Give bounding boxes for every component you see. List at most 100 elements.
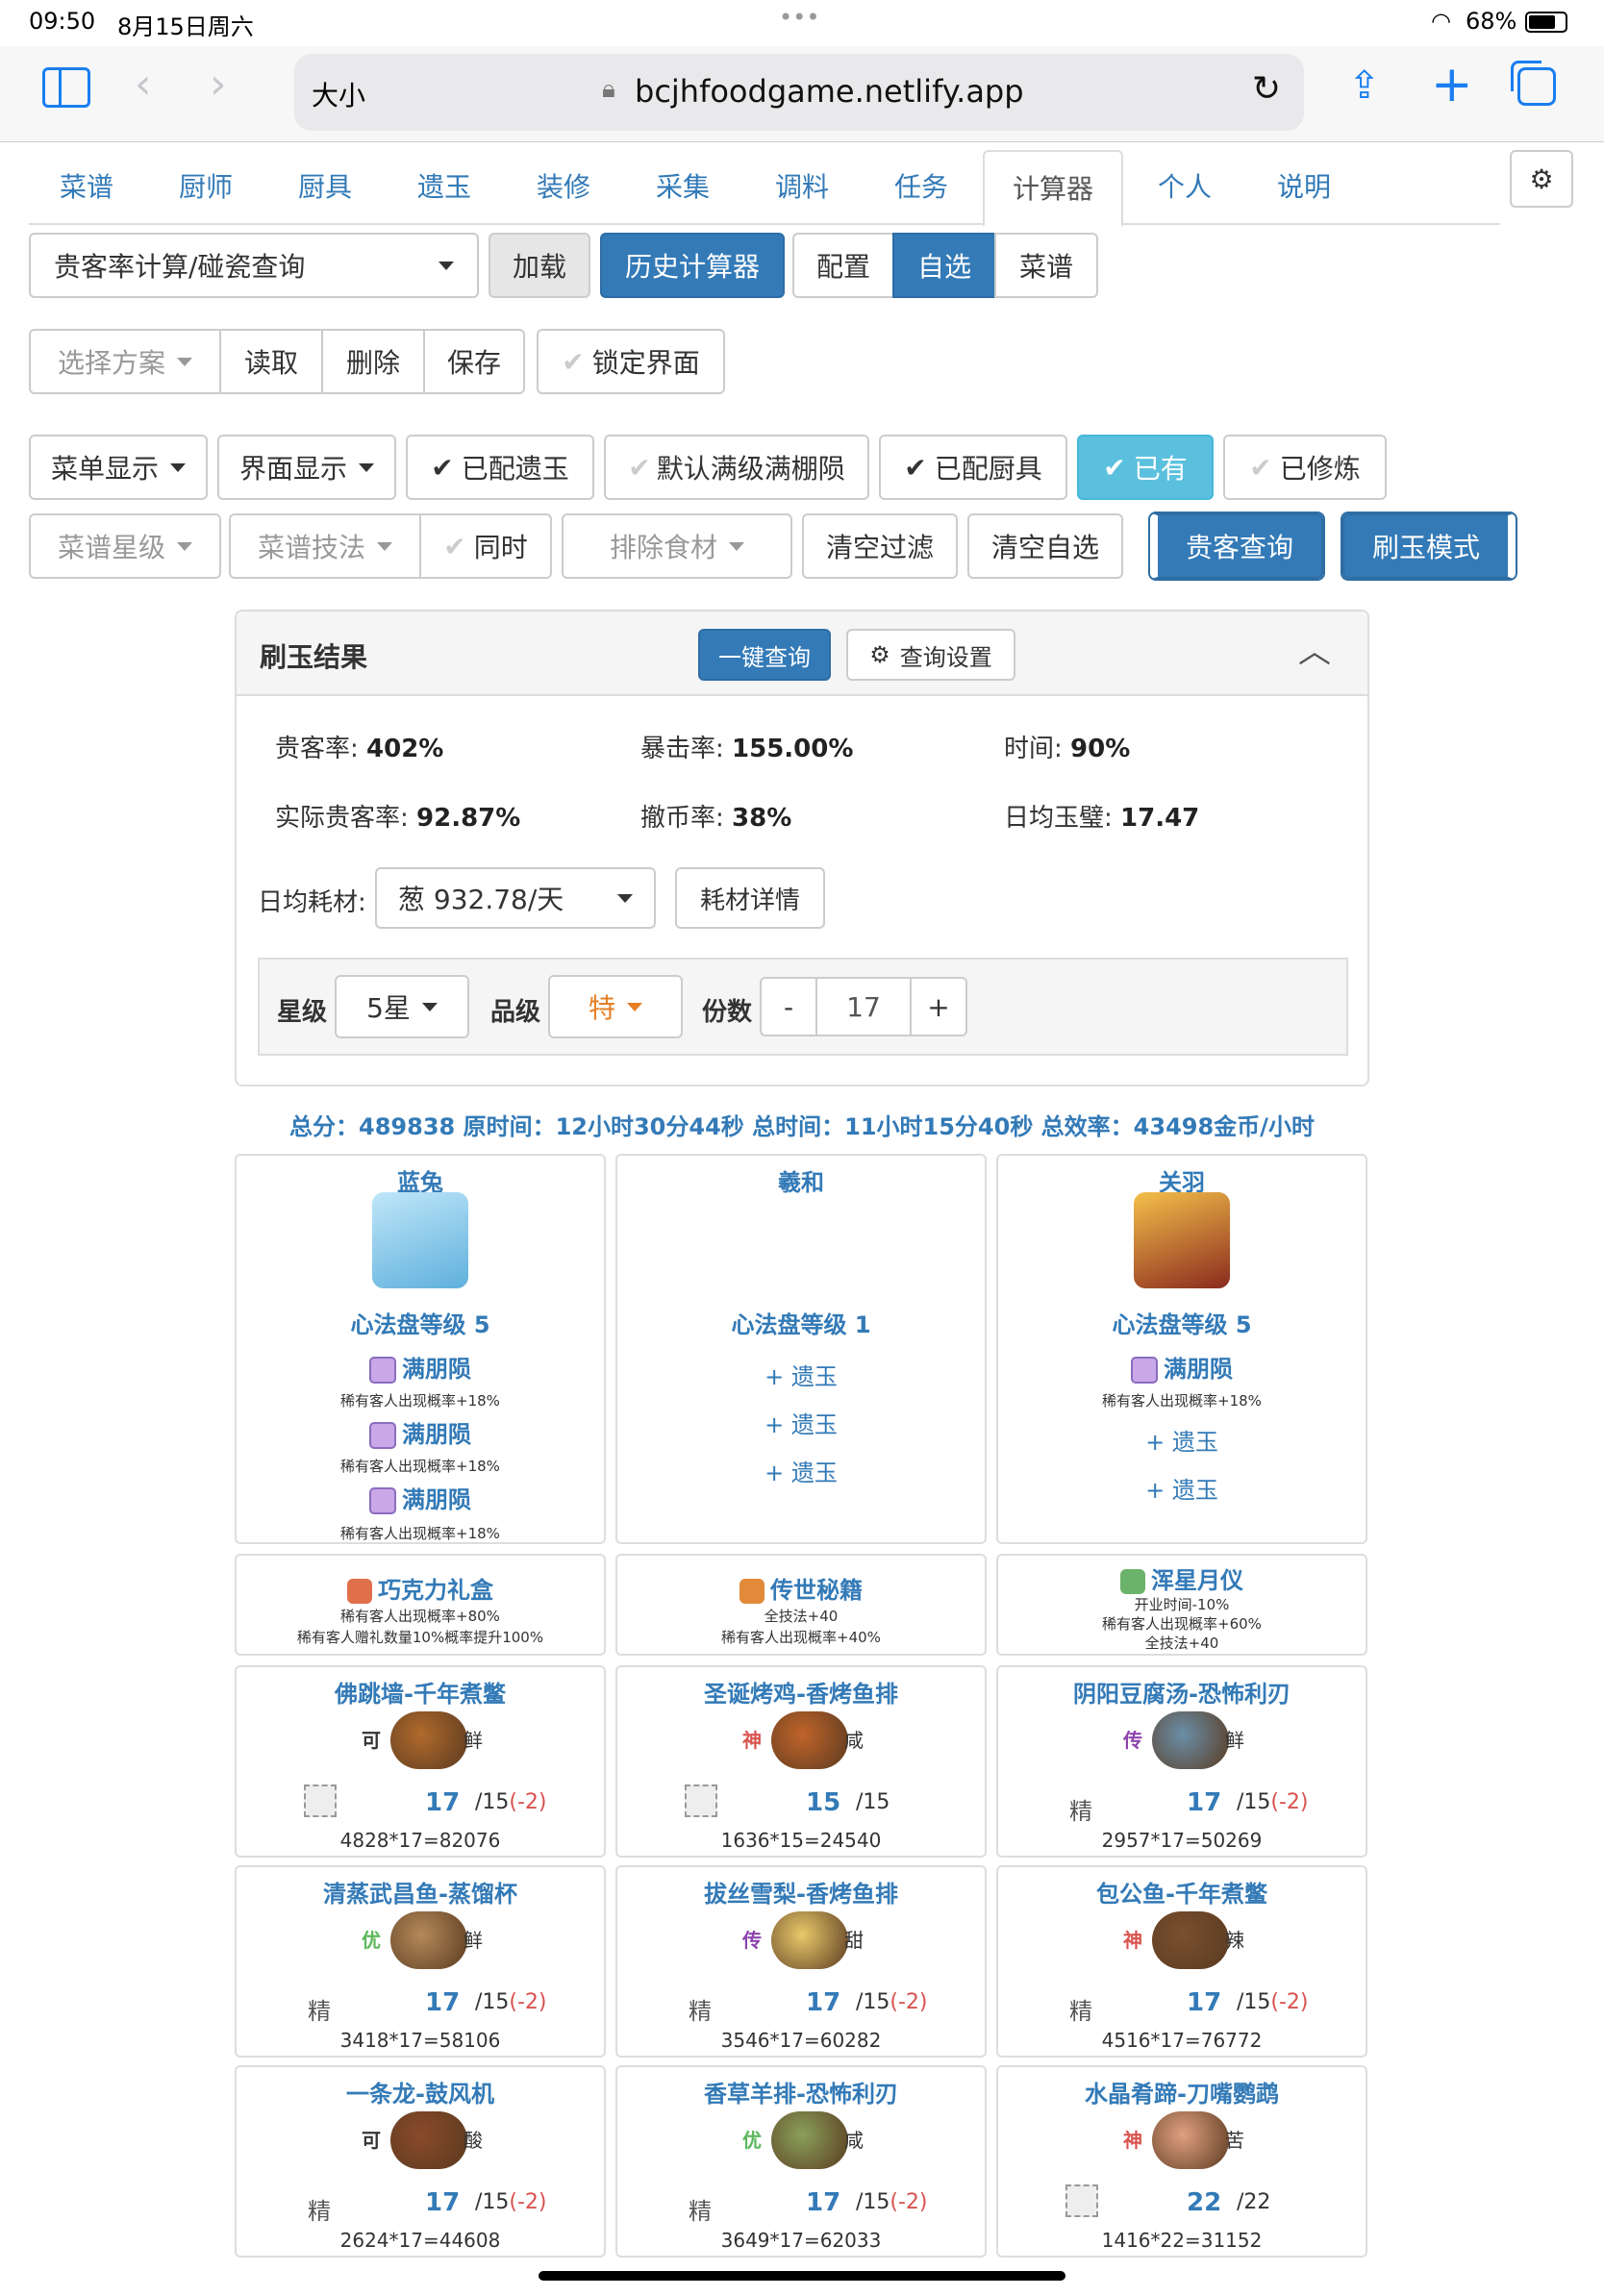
empty-condiment-icon[interactable] (304, 1784, 337, 1817)
new-tab-icon[interactable]: + (1431, 56, 1473, 113)
equipped-equip-toggle[interactable]: ✔ 已配厨具 (879, 435, 1067, 500)
dish-card[interactable]: 圣诞烤鸡-香烤鱼排神 咸 15/15 1636*15=24540 (615, 1665, 987, 1858)
custom-button[interactable]: 自选 (892, 233, 996, 298)
amber-mode-toggle[interactable]: 刷玉模式 (1341, 512, 1517, 581)
daily-material-select[interactable]: 葱 932.78/天 (375, 867, 656, 929)
dish-count[interactable]: 15 (806, 1788, 840, 1817)
tab-equipment[interactable]: 厨具 (267, 150, 383, 225)
tab-chefs[interactable]: 厨师 (148, 150, 263, 225)
grade-select[interactable]: 特 (548, 975, 683, 1038)
dish-card[interactable]: 一条龙-鼓风机可 酸精 17/15(-2) 2624*17=44608 (235, 2065, 606, 2258)
clear-custom-button[interactable]: 清空自选 (967, 513, 1123, 579)
tab-personal[interactable]: 个人 (1127, 150, 1242, 225)
tab-help[interactable]: 说明 (1246, 150, 1362, 225)
text-size-button[interactable]: 大小 (312, 75, 365, 113)
dish-count[interactable]: 17 (425, 2188, 460, 2217)
equipped-amber-toggle[interactable]: ✔ 已配遗玉 (406, 435, 594, 500)
equip-card-1[interactable]: 巧克力礼盒 稀有客人出现概率+80% 稀有客人赠礼数量10%概率提升100% (235, 1554, 606, 1656)
recipes-button[interactable]: 菜谱 (994, 233, 1098, 298)
exclude-ingredient-select[interactable]: 排除食材 (562, 513, 792, 579)
plan-select[interactable]: 选择方案 (29, 329, 221, 394)
amber-slot-1[interactable]: 满朋陨 (998, 1350, 1366, 1384)
chef-card-1[interactable]: 蓝兔 心法盘等级 5 满朋陨 稀有客人出现概率+18% 满朋陨 稀有客人出现概率… (235, 1154, 606, 1544)
dish-card[interactable]: 佛跳墙-千年煮鳖可 鲜 17/15(-2) 4828*17=82076 (235, 1665, 606, 1858)
amber-slot-1[interactable]: 满朋陨 (237, 1350, 604, 1384)
url-bar[interactable]: 大小 🔒︎ bcjhfoodgame.netlify.app ↻ (294, 54, 1304, 131)
count-increment-button[interactable]: + (910, 977, 967, 1036)
dish-card[interactable]: 拔丝雪梨-香烤鱼排传 甜精 17/15(-2) 3546*17=60282 (615, 1865, 987, 2058)
ui-display-dropdown[interactable]: 界面显示 (217, 435, 396, 500)
amber-icon (369, 1487, 396, 1514)
delete-button[interactable]: 删除 (321, 329, 425, 394)
add-amber-slot-3[interactable]: + 遗玉 (617, 1454, 985, 1487)
tab-recipes[interactable]: 菜谱 (29, 150, 144, 225)
dish-card[interactable]: 香草羊排-恐怖利刃优 咸精 17/15(-2) 3649*17=62033 (615, 2065, 987, 2258)
amber-slot-3[interactable]: 满朋陨 (237, 1481, 604, 1514)
amber-slot-2[interactable]: 满朋陨 (237, 1415, 604, 1449)
dish-card[interactable]: 包公鱼-千年煮鳖神 辣精 17/15(-2) 4516*17=76772 (996, 1865, 1367, 2058)
add-amber-slot-1[interactable]: + 遗玉 (617, 1358, 985, 1391)
dish-card[interactable]: 水晶肴蹄-刀嘴鹦鹉神 苦 22/22 1416*22=31152 (996, 2065, 1367, 2258)
dish-count[interactable]: 17 (806, 2188, 840, 2217)
default-full-toggle[interactable]: ✔ 默认满级满棚陨 (604, 435, 869, 500)
home-indicator[interactable] (539, 2271, 1065, 2281)
tab-condiments[interactable]: 调料 (744, 150, 860, 225)
chef-card-2[interactable]: 羲和 心法盘等级 1 + 遗玉 + 遗玉 + 遗玉 (615, 1154, 987, 1544)
dish-image (771, 1911, 848, 1969)
trained-toggle[interactable]: ✔ 已修炼 (1223, 435, 1387, 500)
one-click-query-button[interactable]: 一键查询 (698, 629, 831, 681)
tab-quests[interactable]: 任务 (864, 150, 979, 225)
add-amber-slot-2[interactable]: + 遗玉 (998, 1423, 1366, 1457)
settings-gear-button[interactable]: ⚙ (1510, 150, 1573, 208)
dish-count[interactable]: 22 (1187, 2188, 1221, 2217)
recipe-star-select[interactable]: 菜谱星级 (29, 513, 221, 579)
clear-filter-button[interactable]: 清空过滤 (802, 513, 958, 579)
multitask-dots-icon[interactable]: ••• (779, 4, 819, 31)
tab-calculator[interactable]: 计算器 (983, 150, 1123, 227)
sidebar-toggle-icon[interactable] (42, 67, 90, 108)
empty-condiment-icon[interactable] (1065, 2184, 1098, 2217)
history-calculator-button[interactable]: 历史计算器 (600, 233, 785, 298)
browser-toolbar: ‹ › 大小 🔒︎ bcjhfoodgame.netlify.app ↻ ⇪ + (0, 46, 1604, 142)
dish-count[interactable]: 17 (1187, 1988, 1221, 2017)
back-icon[interactable]: ‹ (135, 60, 152, 109)
dish-score: 2624*17=44608 (339, 2229, 501, 2252)
dish-count[interactable]: 17 (425, 1788, 460, 1817)
collapse-chevron-icon[interactable]: ︿ (1298, 625, 1331, 672)
chef-card-3[interactable]: 关羽 心法盘等级 5 满朋陨 稀有客人出现概率+18% + 遗玉 + 遗玉 (996, 1154, 1367, 1544)
lock-ui-toggle[interactable]: ✔ 锁定界面 (537, 329, 725, 394)
dish-count[interactable]: 17 (806, 1988, 840, 2017)
read-button[interactable]: 读取 (219, 329, 323, 394)
add-amber-slot-3[interactable]: + 遗玉 (998, 1471, 1366, 1505)
equip-card-2[interactable]: 传世秘籍 全技法+40 稀有客人出现概率+40% (615, 1554, 987, 1656)
empty-condiment-icon[interactable] (685, 1784, 717, 1817)
query-settings-button[interactable]: ⚙ 查询设置 (846, 629, 1015, 681)
tab-gathering[interactable]: 采集 (625, 150, 740, 225)
calculator-select[interactable]: 贵客率计算/碰瓷查询 (29, 233, 479, 298)
url-text: bcjhfoodgame.netlify.app (635, 73, 1024, 110)
same-time-toggle[interactable]: ✔ 同时 (419, 513, 552, 579)
add-amber-slot-2[interactable]: + 遗玉 (617, 1406, 985, 1439)
guest-query-toggle[interactable]: 贵客查询 (1148, 512, 1325, 581)
forward-icon[interactable]: › (210, 60, 227, 109)
load-button[interactable]: 加载 (489, 233, 590, 298)
tab-decoration[interactable]: 装修 (506, 150, 621, 225)
material-detail-button[interactable]: 耗材详情 (675, 867, 825, 929)
save-button[interactable]: 保存 (423, 329, 525, 394)
menu-display-dropdown[interactable]: 菜单显示 (29, 435, 208, 500)
dish-card[interactable]: 清蒸武昌鱼-蒸馏杯优 鲜精 17/15(-2) 3418*17=58106 (235, 1865, 606, 2058)
config-button[interactable]: 配置 (792, 233, 894, 298)
recipe-skill-select[interactable]: 菜谱技法 (229, 513, 421, 579)
owned-toggle[interactable]: ✔ 已有 (1077, 435, 1214, 500)
dish-count[interactable]: 17 (1187, 1788, 1221, 1817)
equip-card-3[interactable]: 浑星月仪 开业时间-10% 稀有客人出现概率+60% 全技法+40 (996, 1554, 1367, 1656)
dish-card[interactable]: 阴阳豆腐汤-恐怖利刃传 鲜精 17/15(-2) 2957*17=50269 (996, 1665, 1367, 1858)
dish-count[interactable]: 17 (425, 1988, 460, 2017)
star-select[interactable]: 5星 (335, 975, 469, 1038)
tab-amber[interactable]: 遗玉 (387, 150, 502, 225)
count-decrement-button[interactable]: - (760, 977, 817, 1036)
count-input[interactable]: 17 (815, 977, 912, 1036)
share-icon[interactable]: ⇪ (1348, 63, 1381, 108)
tabs-overview-icon[interactable] (1511, 61, 1556, 106)
reload-icon[interactable]: ↻ (1252, 69, 1281, 109)
